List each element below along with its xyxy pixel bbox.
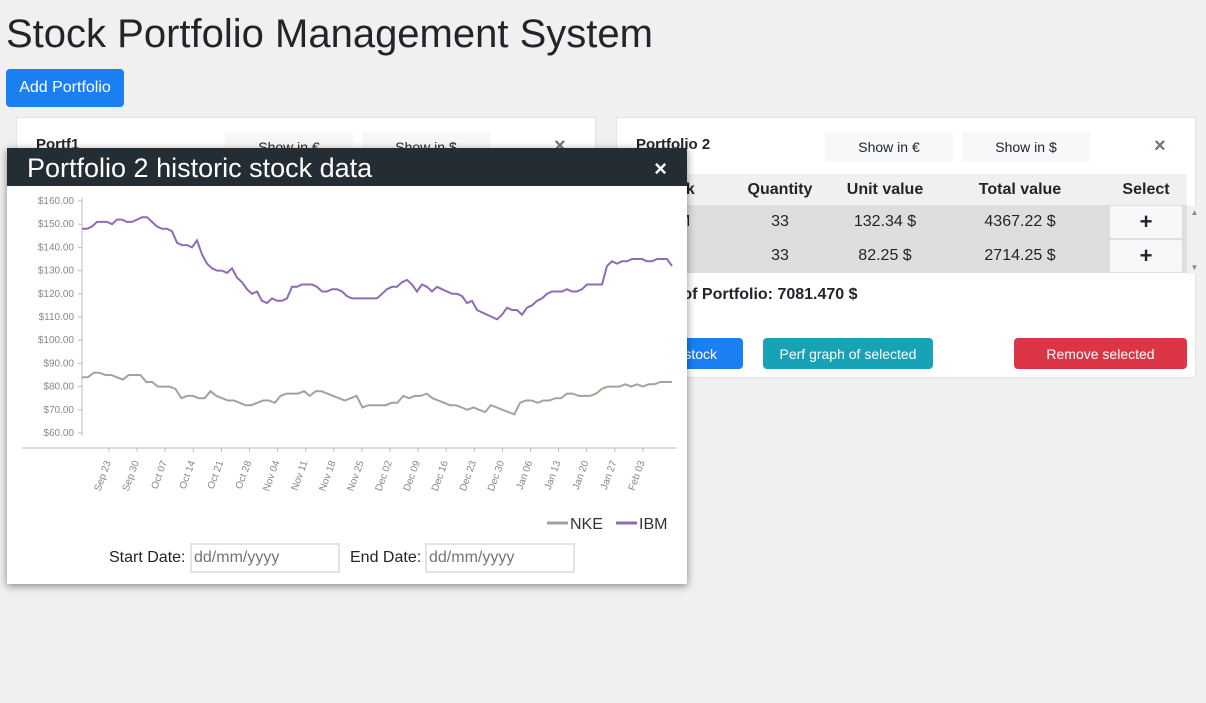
unit-value-cell: 82.25 $ (835, 239, 935, 273)
x-tick-label: Jan 20 (571, 459, 592, 491)
total-value-cell: 2714.25 $ (935, 239, 1105, 273)
series-line-ibm (82, 216, 673, 321)
select-cell: + (1105, 205, 1187, 239)
series-line-nke (82, 371, 672, 416)
date-range-row: Start Date: End Date: (7, 543, 687, 575)
stock-chart-svg: $60.00 $70.00 $80.00 $90.00 $100.00 $110.00 $1… (22, 196, 677, 533)
x-tick-label: Nov 25 (346, 459, 367, 493)
y-tick-label: $70.00 (43, 405, 74, 416)
x-tick-label: Nov 18 (317, 459, 338, 493)
modal-title: Portfolio 2 historic stock data (27, 153, 373, 183)
stock-chart: $60.00 $70.00 $80.00 $90.00 $100.00 $110.00 $1… (7, 186, 687, 546)
quantity-cell: 33 (725, 205, 835, 239)
start-date-label: Start Date: (109, 549, 186, 566)
portfolio-2-stock-table: ock Quantity Unit value Total value Sele… (637, 174, 1187, 273)
x-tick-label: Sep 30 (121, 459, 142, 493)
x-tick-label: Oct 28 (234, 459, 255, 491)
x-tick-label: Jan 06 (515, 459, 536, 491)
y-tick-label: $130.00 (38, 266, 75, 277)
x-tick-label: Feb 03 (627, 459, 648, 492)
x-tick-label: Oct 14 (178, 459, 199, 491)
end-date-label: End Date: (350, 549, 422, 566)
x-tick-label: Dec 30 (486, 459, 507, 493)
x-tick-label: Nov 04 (261, 459, 282, 493)
legend-label-ibm: IBM (639, 516, 667, 533)
modal-header: Portfolio 2 historic stock data × (7, 148, 687, 186)
x-tick-label: Dec 09 (402, 459, 423, 493)
y-tick-label: $140.00 (38, 242, 75, 253)
x-tick-label: Jan 13 (543, 459, 564, 491)
portfolio-2-show-dollar-button[interactable]: Show in $ (962, 132, 1090, 162)
table-header-row: ock Quantity Unit value Total value Sele… (637, 174, 1187, 205)
start-date-input[interactable] (190, 543, 340, 573)
table-row: M 33 132.34 $ 4367.22 $ + (637, 205, 1187, 239)
y-tick-label: $100.00 (38, 335, 75, 346)
x-tick-label: Dec 02 (374, 459, 395, 493)
portfolio-panel-2: Portfolio 2 Show in € Show in $ × ock Qu… (616, 117, 1202, 378)
portfolio-2-show-euro-button[interactable]: Show in € (825, 132, 953, 162)
quantity-cell: 33 (725, 239, 835, 273)
y-tick-label: $120.00 (38, 289, 75, 300)
x-tick-label: Nov 11 (290, 459, 311, 492)
y-tick-label: $90.00 (43, 358, 74, 369)
y-tick-label: $160.00 (38, 196, 75, 207)
x-tick-label: Dec 23 (458, 459, 479, 493)
x-tick-label: Jan 27 (599, 459, 620, 491)
scroll-up-arrow-icon[interactable]: ▲ (1187, 208, 1202, 217)
y-tick-label: $110.00 (39, 312, 75, 323)
y-tick-label: $60.00 (43, 428, 74, 439)
y-tick-label: $80.00 (43, 382, 74, 393)
column-header-quantity: Quantity (725, 174, 835, 205)
legend-label-nke: NKE (570, 516, 603, 533)
x-tick-label: Sep 23 (93, 459, 114, 493)
app-title: Stock Portfolio Management System (6, 12, 653, 56)
unit-value-cell: 132.34 $ (835, 205, 935, 239)
x-tick-label: Dec 16 (430, 459, 451, 493)
select-cell: + (1105, 239, 1187, 273)
historic-data-modal: Portfolio 2 historic stock data × $60.00… (7, 148, 687, 584)
perf-graph-button[interactable]: Perf graph of selected (763, 338, 933, 369)
select-plus-button[interactable]: + (1110, 240, 1182, 272)
column-header-select: Select (1105, 174, 1187, 205)
total-value-cell: 4367.22 $ (935, 205, 1105, 239)
x-tick-label: Oct 21 (206, 459, 227, 491)
column-header-total-value: Total value (935, 174, 1105, 205)
modal-close-icon[interactable]: × (654, 156, 667, 182)
remove-selected-button[interactable]: Remove selected (1014, 338, 1187, 369)
portfolio-2-close-icon[interactable]: × (1154, 135, 1166, 158)
select-plus-button[interactable]: + (1110, 206, 1182, 238)
y-tick-label: $150.00 (38, 219, 75, 230)
column-header-unit-value: Unit value (835, 174, 935, 205)
table-row: E 33 82.25 $ 2714.25 $ + (637, 239, 1187, 273)
add-portfolio-button[interactable]: Add Portfolio (6, 69, 124, 107)
table-scrollbar[interactable]: ▲ ▼ (1187, 206, 1202, 274)
scroll-down-arrow-icon[interactable]: ▼ (1187, 263, 1202, 272)
x-tick-label: Oct 07 (150, 459, 171, 491)
end-date-input[interactable] (425, 543, 575, 573)
